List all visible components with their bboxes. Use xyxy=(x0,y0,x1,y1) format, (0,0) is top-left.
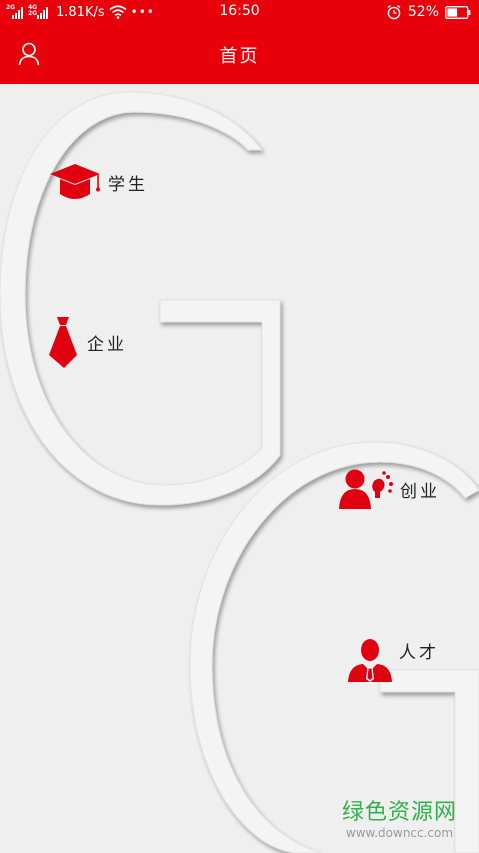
status-bar: 2G 4G 2G 1.81K/s ••• 16:50 52% xyxy=(0,0,479,24)
g-letter-top xyxy=(0,91,281,506)
site-watermark: 绿色资源网 www.downcc.com xyxy=(342,800,457,840)
status-right: 52% xyxy=(386,3,471,21)
graduation-cap-icon xyxy=(48,160,102,204)
menu-item-talent[interactable]: 人才 xyxy=(347,637,439,683)
businessman-icon xyxy=(347,637,393,683)
menu-label-company: 企业 xyxy=(87,334,127,355)
menu-label-student: 学生 xyxy=(108,174,148,195)
alarm-clock-icon xyxy=(387,4,401,20)
page-title: 首页 xyxy=(219,46,260,67)
menu-label-talent: 人才 xyxy=(399,642,439,663)
battery-percent: 52% xyxy=(407,4,439,20)
menu-item-company[interactable]: 企业 xyxy=(47,315,127,369)
necktie-icon xyxy=(47,315,79,369)
menu-item-startup[interactable]: 创业 xyxy=(338,468,440,510)
title-bar: 首页 xyxy=(0,24,479,84)
watermark-url: www.downcc.com xyxy=(345,826,454,840)
watermark-title: 绿色资源网 xyxy=(341,800,457,825)
person-idea-icon xyxy=(338,468,394,510)
battery-icon xyxy=(445,5,471,19)
menu-item-student[interactable]: 学生 xyxy=(48,160,148,204)
menu-label-startup: 创业 xyxy=(400,481,440,502)
